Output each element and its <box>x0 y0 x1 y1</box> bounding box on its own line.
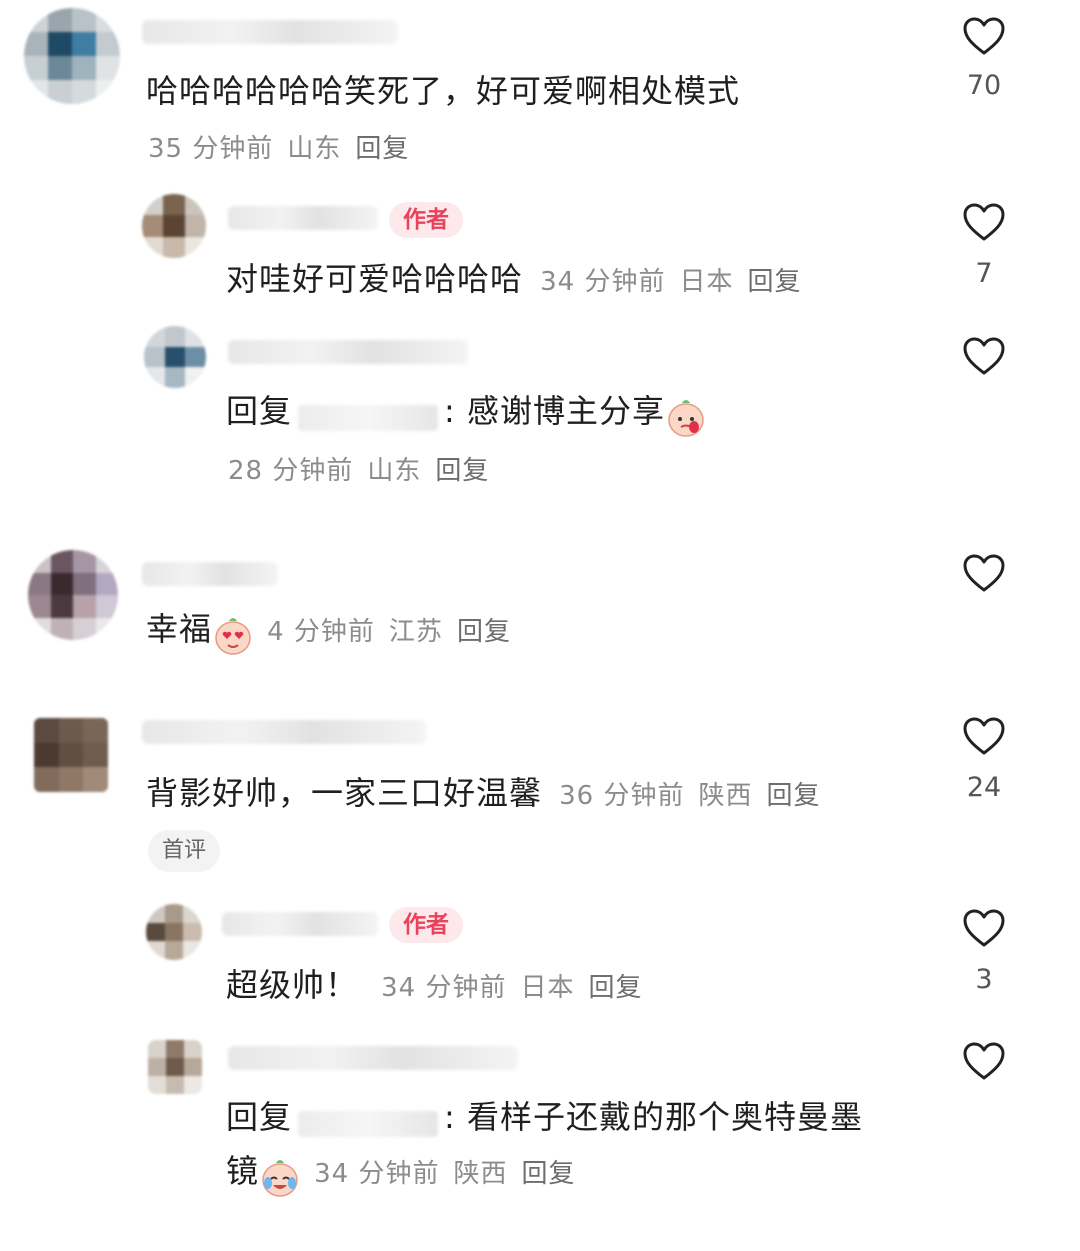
comment-location: 日本 <box>520 973 575 1003</box>
heart-outline-icon[interactable] <box>962 1041 1006 1081</box>
comment-location: 江苏 <box>388 617 443 647</box>
reply-text-cont: 镜 <box>226 1152 260 1190</box>
comment-row: 幸福 4 分钟前 江苏 回复 <box>146 604 525 657</box>
heart-outline-icon[interactable] <box>962 336 1006 376</box>
reply-button[interactable]: 回复 <box>355 134 409 164</box>
reply-row: 超级帅！ 34 分钟前 日本 回复 <box>226 960 657 1006</box>
comment-location: 日本 <box>679 267 734 297</box>
like-count: 70 <box>966 70 1002 101</box>
comment-location: 陕西 <box>698 781 753 811</box>
reply-button[interactable]: 回复 <box>747 267 801 297</box>
comment-time: 34 分钟前 <box>381 973 507 1003</box>
username[interactable] <box>228 206 378 230</box>
avatar[interactable] <box>148 1040 202 1094</box>
reply-button[interactable]: 回复 <box>588 973 642 1003</box>
comment-time: 36 分钟前 <box>559 781 685 811</box>
username[interactable] <box>222 912 378 936</box>
like-count: 3 <box>975 964 993 995</box>
like-count: 24 <box>966 772 1002 803</box>
avatar[interactable] <box>142 194 206 258</box>
avatar[interactable] <box>34 718 108 792</box>
reply-text: 超级帅！ <box>226 966 359 1004</box>
heart-outline-icon[interactable] <box>962 716 1006 756</box>
comment-text: 哈哈哈哈哈哈笑死了，好可爱啊相处模式 <box>146 72 741 110</box>
heart-outline-icon[interactable] <box>962 16 1006 56</box>
comment-row: 背影好帅，一家三口好温馨 36 分钟前 陕西 回复 <box>146 768 835 814</box>
avatar[interactable] <box>28 550 118 640</box>
username[interactable] <box>142 720 426 744</box>
comment-time: 4 分钟前 <box>267 617 375 647</box>
reply-button[interactable]: 回复 <box>457 617 511 647</box>
mention-username[interactable] <box>298 1110 439 1137</box>
username[interactable] <box>142 562 278 586</box>
comment-time: 28 分钟前 <box>228 456 354 486</box>
crying-emoji-icon <box>665 397 707 439</box>
comment-location: 山东 <box>367 456 422 486</box>
reply-text: 对哇好可爱哈哈哈哈 <box>226 260 524 298</box>
username[interactable] <box>228 340 468 364</box>
comment-text: 背影好帅，一家三口好温馨 <box>146 774 543 812</box>
comment-time: 34 分钟前 <box>314 1159 440 1189</box>
comment-location: 陕西 <box>453 1159 508 1189</box>
comment-time: 34 分钟前 <box>540 267 666 297</box>
first-comment-badge: 首评 <box>148 830 221 872</box>
reply-prefix: 回复 <box>226 1098 293 1136</box>
heart-outline-icon[interactable] <box>962 202 1006 242</box>
comment-text: 幸福 <box>146 610 213 648</box>
avatar[interactable] <box>144 326 206 388</box>
reply-prefix: 回复 <box>226 392 293 430</box>
reply-text: : 看样子还戴的那个奥特曼墨 <box>444 1098 863 1136</box>
comment-time: 35 分钟前 <box>148 134 274 164</box>
comment-meta: 28 分钟前 山东 回复 <box>228 450 503 487</box>
reply-button[interactable]: 回复 <box>766 781 820 811</box>
heart-outline-icon[interactable] <box>962 908 1006 948</box>
reply-row: 回复 : 看样子还戴的那个奥特曼墨 <box>226 1092 863 1138</box>
reply-row: 对哇好可爱哈哈哈哈 34 分钟前 日本 回复 <box>226 254 816 300</box>
username[interactable] <box>228 1046 518 1070</box>
author-tag: 作者 <box>389 907 463 943</box>
reply-row-cont: 镜 34 分钟前 陕西 回复 <box>226 1146 590 1199</box>
reply-row: 回复 : 感谢博主分享 <box>226 386 707 439</box>
reply-button[interactable]: 回复 <box>435 456 489 486</box>
avatar[interactable] <box>146 904 202 960</box>
mention-username[interactable] <box>298 404 439 431</box>
author-tag: 作者 <box>389 202 463 238</box>
heart-eyes-emoji-icon <box>212 615 254 657</box>
comment-meta: 35 分钟前 山东 回复 <box>148 128 423 165</box>
comment-location: 山东 <box>287 134 342 164</box>
heart-outline-icon[interactable] <box>962 553 1006 593</box>
username[interactable] <box>142 20 398 44</box>
laughing-tears-emoji-icon <box>259 1157 301 1199</box>
like-count: 7 <box>975 258 993 289</box>
reply-text: : 感谢博主分享 <box>444 392 665 430</box>
avatar[interactable] <box>24 8 120 104</box>
reply-button[interactable]: 回复 <box>521 1159 575 1189</box>
